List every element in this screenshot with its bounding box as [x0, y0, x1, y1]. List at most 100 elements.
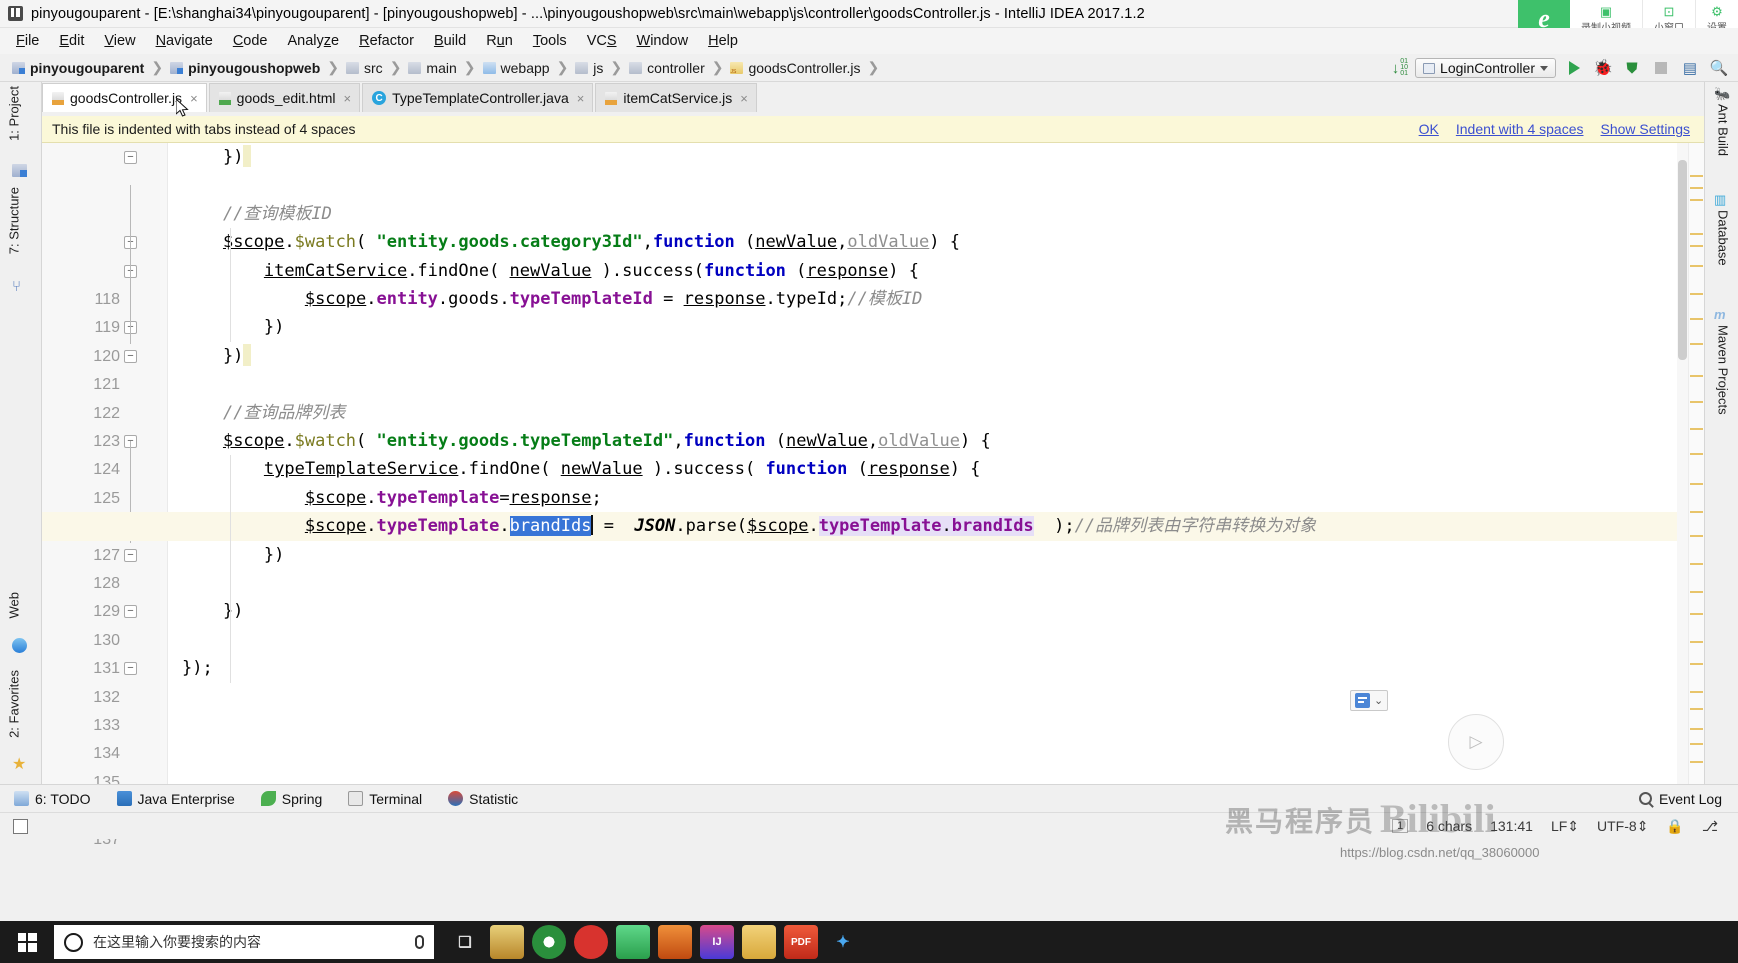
notification-indent-link[interactable]: Indent with 4 spaces: [1456, 121, 1584, 137]
menu-file[interactable]: FFileile: [16, 33, 39, 49]
inspection-widget[interactable]: ⌄: [1350, 690, 1389, 711]
analysis-marker[interactable]: [1690, 641, 1703, 643]
wechat-icon[interactable]: [616, 925, 650, 959]
editor-tab-goods-edit-html[interactable]: goods_edit.html ×: [208, 83, 361, 112]
code-line[interactable]: $scope.entity.goods.typeTemplateId = res…: [182, 285, 923, 313]
debug-button[interactable]: 🐞: [1592, 58, 1614, 78]
analysis-marker[interactable]: [1690, 535, 1703, 537]
code-line[interactable]: $scope.typeTemplate=response;: [182, 484, 602, 512]
analysis-marker[interactable]: [1690, 428, 1703, 430]
analysis-marker[interactable]: [1690, 663, 1703, 665]
analysis-marker[interactable]: [1690, 613, 1703, 615]
analysis-marker[interactable]: [1690, 375, 1703, 377]
menu-refactor[interactable]: Refactor: [359, 33, 414, 49]
analysis-marker[interactable]: [1690, 483, 1703, 485]
breadcrumb-item-controller[interactable]: controller: [629, 60, 705, 76]
code-line[interactable]: $scope.typeTemplate.brandIds = JSON.pars…: [182, 512, 1316, 540]
code-line[interactable]: }): [182, 597, 243, 625]
analysis-marker[interactable]: [1690, 293, 1703, 295]
code-line[interactable]: //查询模板ID: [182, 200, 332, 228]
code-line[interactable]: }): [182, 143, 252, 171]
status-bar-toggle-button[interactable]: [0, 818, 40, 834]
code-line[interactable]: //查询品牌列表: [182, 399, 345, 427]
chrome-icon[interactable]: [532, 925, 566, 959]
sidebar-item-database[interactable]: Database: [1710, 210, 1736, 266]
menu-vcs[interactable]: VCS: [587, 33, 617, 49]
menu-navigate[interactable]: Navigate: [156, 33, 213, 49]
menu-analyze[interactable]: Analyze: [288, 33, 340, 49]
bottom-item-todo[interactable]: 6: TODO: [14, 791, 91, 807]
task-view-icon[interactable]: ❑: [448, 925, 482, 959]
analysis-marker[interactable]: [1690, 511, 1703, 513]
compile-bits-icon[interactable]: ↓ 01 10 01: [1392, 58, 1408, 77]
menu-window[interactable]: Window: [637, 33, 689, 49]
status-encoding[interactable]: UTF-8⇕: [1597, 818, 1648, 835]
close-icon[interactable]: ×: [190, 91, 198, 106]
chevron-down-icon[interactable]: ⌄: [1374, 694, 1383, 707]
coverage-button[interactable]: ⛊: [1621, 58, 1643, 78]
code-line[interactable]: $scope.$watch( "entity.goods.category3Id…: [182, 228, 960, 256]
menu-code[interactable]: Code: [233, 33, 268, 49]
sidebar-item-web[interactable]: Web: [2, 592, 26, 619]
editor-analysis-marker-gutter[interactable]: [1688, 143, 1704, 784]
menu-view[interactable]: View: [104, 33, 135, 49]
code-line[interactable]: itemCatService.findOne( newValue ).succe…: [182, 257, 919, 285]
breadcrumb-item-pinyougoushopweb[interactable]: pinyougoushopweb: [170, 60, 320, 76]
close-icon[interactable]: ×: [344, 91, 352, 106]
code-fold-toggle[interactable]: −: [124, 605, 137, 619]
breadcrumb-item-main[interactable]: main: [408, 60, 457, 76]
sidebar-item-maven-projects[interactable]: Maven Projects: [1710, 325, 1736, 415]
code-line[interactable]: });: [182, 654, 213, 682]
menu-tools[interactable]: Tools: [533, 33, 567, 49]
analysis-marker[interactable]: [1690, 175, 1703, 177]
code-line[interactable]: typeTemplateService.findOne( newValue ).…: [182, 455, 981, 483]
analysis-marker[interactable]: [1690, 563, 1703, 565]
notification-settings-link[interactable]: Show Settings: [1601, 121, 1691, 137]
code-fold-toggle[interactable]: −: [124, 349, 137, 363]
analysis-marker[interactable]: [1690, 728, 1703, 730]
sidebar-item-ant-build[interactable]: Ant Build: [1710, 104, 1736, 156]
office-icon[interactable]: [658, 925, 692, 959]
code-fold-toggle[interactable]: −: [124, 548, 137, 562]
close-icon[interactable]: ×: [740, 91, 748, 106]
analysis-marker[interactable]: [1690, 318, 1703, 320]
analysis-marker[interactable]: [1690, 343, 1703, 345]
code-line[interactable]: }): [182, 313, 284, 341]
bottom-item-spring[interactable]: Spring: [260, 791, 322, 807]
file-explorer-icon[interactable]: [742, 925, 776, 959]
stop-button[interactable]: [1650, 58, 1672, 78]
analysis-marker[interactable]: [1690, 245, 1703, 247]
pdf-reader-icon[interactable]: PDF: [784, 925, 818, 959]
lock-icon[interactable]: 🔒: [1666, 818, 1683, 835]
intellij-idea-icon[interactable]: IJ: [700, 925, 734, 959]
code-line[interactable]: }): [182, 342, 252, 370]
code-fold-toggle[interactable]: −: [124, 662, 137, 676]
code-text-area[interactable]: }) //查询模板ID $scope.$watch( "entity.goods…: [182, 143, 1704, 784]
menu-help[interactable]: Help: [708, 33, 738, 49]
code-line[interactable]: $scope.$watch( "entity.goods.typeTemplat…: [182, 427, 991, 455]
image-editor-icon[interactable]: [490, 925, 524, 959]
editor-tab-typetemplatecontroller-java[interactable]: C TypeTemplateController.java ×: [362, 83, 594, 112]
menu-edit[interactable]: Edit: [59, 33, 84, 49]
search-everywhere-button[interactable]: 🔍: [1708, 58, 1730, 78]
breadcrumb-item-pinyougouparent[interactable]: pinyougouparent: [12, 60, 144, 76]
status-line-separator[interactable]: LF⇕: [1551, 818, 1579, 835]
analysis-marker[interactable]: [1690, 453, 1703, 455]
close-icon[interactable]: ×: [577, 91, 585, 106]
breadcrumb-item-src[interactable]: src: [346, 60, 383, 76]
status-caret-position[interactable]: 131:41: [1490, 818, 1533, 834]
breadcrumb-item-js[interactable]: js: [575, 60, 603, 76]
sidebar-item-project[interactable]: 1: Project: [2, 86, 26, 141]
analysis-marker[interactable]: [1690, 761, 1703, 763]
run-button[interactable]: [1563, 58, 1585, 78]
analysis-marker[interactable]: [1690, 265, 1703, 267]
taskbar-search-box[interactable]: 在这里输入你要搜索的内容: [54, 925, 434, 959]
microphone-icon[interactable]: [415, 935, 424, 949]
breadcrumb-item-goodscontroller[interactable]: goodsController.js: [730, 60, 861, 76]
notification-ok-link[interactable]: OK: [1419, 121, 1439, 137]
bottom-item-java-enterprise[interactable]: Java Enterprise: [116, 791, 235, 807]
code-fold-toggle[interactable]: −: [124, 151, 137, 164]
navicat-icon[interactable]: ✦: [826, 925, 860, 959]
start-button[interactable]: [0, 921, 54, 963]
sidebar-item-structure[interactable]: 7: Structure: [2, 187, 26, 254]
